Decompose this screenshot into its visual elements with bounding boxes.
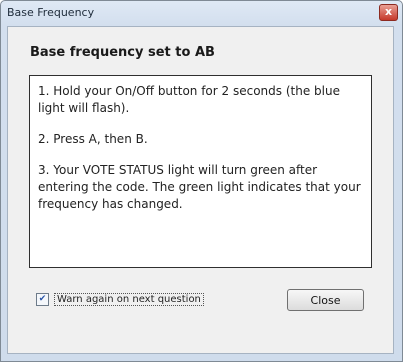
instructions-box: 1. Hold your On/Off button for 2 seconds…: [29, 75, 372, 268]
close-button[interactable]: Close: [287, 289, 364, 311]
dialog-heading: Base frequency set to AB: [30, 45, 215, 60]
instruction-step-2: 2. Press A, then B.: [38, 132, 148, 146]
title-bar[interactable]: Base Frequency x: [1, 1, 402, 25]
instruction-step-1: 1. Hold your On/Off button for 2 seconds…: [38, 84, 340, 115]
instruction-step-3: 3. Your VOTE STATUS light will turn gree…: [38, 163, 361, 211]
close-icon[interactable]: x: [379, 4, 398, 21]
warn-again-checkbox[interactable]: ✔: [36, 293, 49, 306]
window-title: Base Frequency: [7, 6, 95, 19]
warn-again-option[interactable]: ✔ Warn again on next question: [36, 293, 204, 306]
warn-again-label[interactable]: Warn again on next question: [54, 293, 204, 306]
